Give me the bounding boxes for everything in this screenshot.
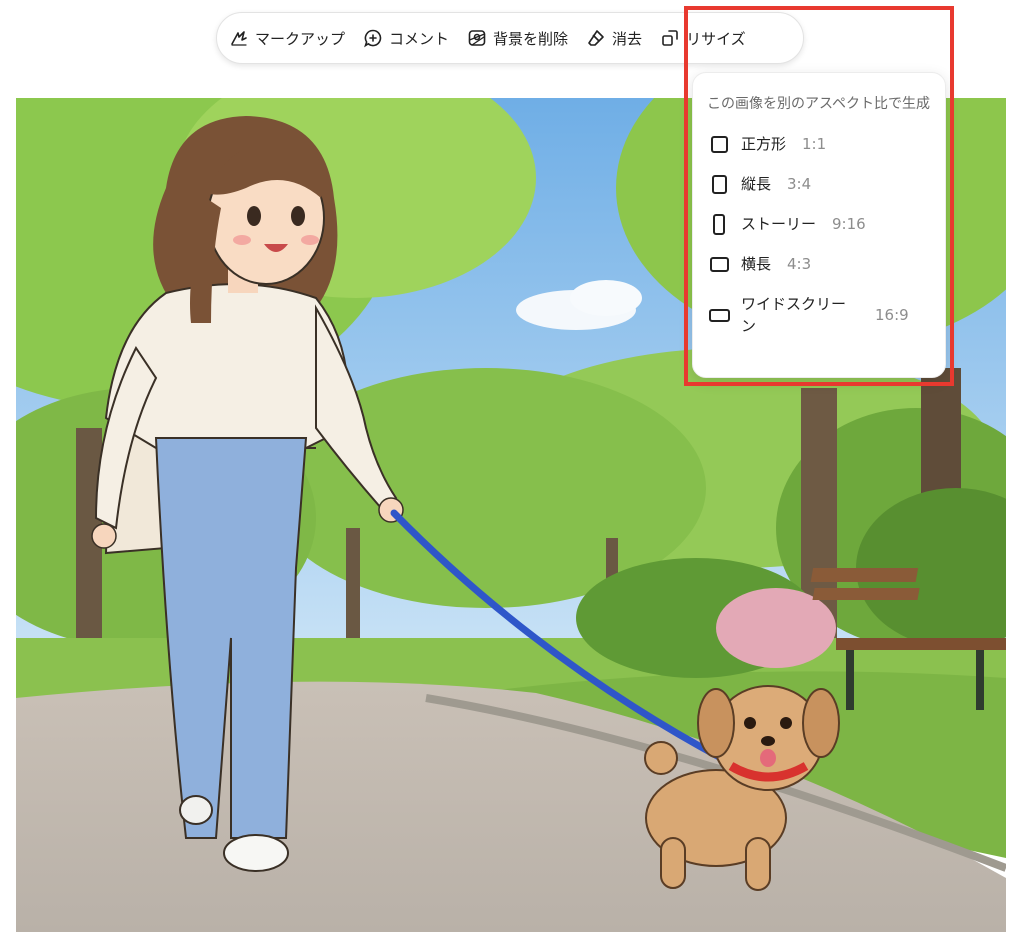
erase-button[interactable]: 消去 <box>586 28 642 49</box>
aspect-option-ratio: 16:9 <box>875 306 909 324</box>
portrait-ratio-icon <box>707 173 731 195</box>
markup-label: マークアップ <box>255 29 346 48</box>
aspect-option-label: ストーリー <box>741 215 817 233</box>
markup-button[interactable]: マークアップ <box>229 28 345 49</box>
resize-menu-title: この画像を別のアスペクト比で生成 <box>707 96 931 112</box>
resize-icon <box>662 30 678 46</box>
erase-label: 消去 <box>612 29 643 48</box>
edit-toolbar: マークアップ コメント 背景を削除 消去 リサイズ <box>216 12 804 64</box>
resize-menu: この画像を別のアスペクト比で生成 正方形 1:1 縦長 3:4 ストーリー 9:… <box>692 72 946 378</box>
story-ratio-icon <box>707 213 731 235</box>
aspect-option-ratio: 3:4 <box>787 175 812 193</box>
aspect-option-ratio: 1:1 <box>802 135 827 153</box>
aspect-option-ratio: 4:3 <box>787 255 812 273</box>
aspect-option-landscape[interactable]: 横長 4:3 <box>707 253 931 275</box>
aspect-option-story[interactable]: ストーリー 9:16 <box>707 213 931 235</box>
remove-background-label: 背景を削除 <box>493 29 569 48</box>
aspect-option-widescreen[interactable]: ワイドスクリーン 16:9 <box>707 293 931 337</box>
landscape-ratio-icon <box>707 253 731 275</box>
aspect-option-label: 横長 <box>741 255 772 273</box>
aspect-option-ratio: 9:16 <box>832 215 866 233</box>
aspect-option-label: ワイドスクリーン <box>741 295 847 335</box>
remove-background-button[interactable]: 背景を削除 <box>467 28 568 49</box>
resize-button[interactable]: リサイズ <box>660 28 746 49</box>
aspect-option-square[interactable]: 正方形 1:1 <box>707 133 931 155</box>
pen-scribble-icon <box>231 31 247 46</box>
eraser-icon <box>588 30 604 46</box>
widescreen-ratio-icon <box>707 304 731 326</box>
square-ratio-icon <box>707 133 731 155</box>
aspect-option-label: 縦長 <box>741 175 772 193</box>
comment-button[interactable]: コメント <box>363 28 449 49</box>
comment-plus-icon <box>364 29 382 48</box>
aspect-option-portrait[interactable]: 縦長 3:4 <box>707 173 931 195</box>
remove-background-icon <box>468 30 486 46</box>
aspect-option-label: 正方形 <box>741 135 787 153</box>
resize-label: リサイズ <box>686 29 746 48</box>
comment-label: コメント <box>389 29 450 48</box>
image-editor: マークアップ コメント 背景を削除 消去 リサイズ この画像を別のアスペクト比で… <box>0 0 1024 945</box>
